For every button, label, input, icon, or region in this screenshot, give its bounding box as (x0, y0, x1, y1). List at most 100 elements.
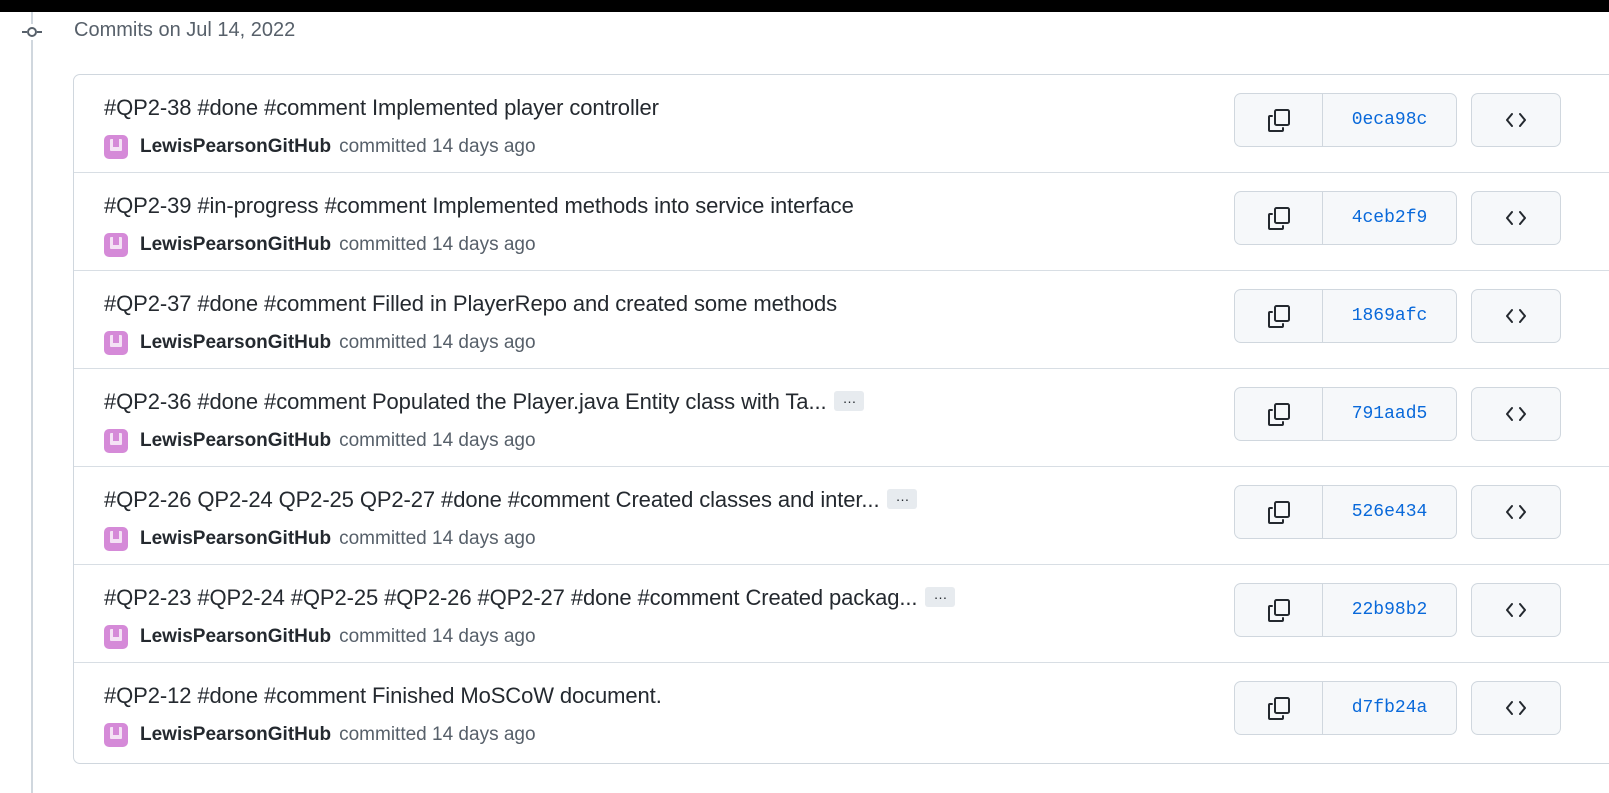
copy-sha-button[interactable] (1235, 584, 1323, 636)
commit-title-link[interactable]: #QP2-36 #done #comment Populated the Pla… (104, 389, 865, 415)
commit-title-link[interactable]: #QP2-39 #in-progress #comment Implemente… (104, 193, 854, 219)
commit-title-link[interactable]: #QP2-38 #done #comment Implemented playe… (104, 95, 659, 121)
commit-button-group: d7fb24a (1234, 681, 1457, 735)
commit-message[interactable]: #QP2-39 #in-progress #comment Implemente… (104, 193, 854, 218)
commit-row: #QP2-39 #in-progress #comment Implemente… (74, 173, 1609, 271)
commit-title-link[interactable]: #QP2-23 #QP2-24 #QP2-25 #QP2-26 #QP2-27 … (104, 585, 956, 611)
commit-meta: LewisPearsonGitHub committed 14 days ago (104, 527, 536, 551)
commit-list: #QP2-38 #done #comment Implemented playe… (73, 74, 1609, 764)
author-avatar[interactable] (104, 723, 128, 747)
copy-icon (1267, 305, 1290, 328)
browse-repo-button[interactable] (1471, 387, 1561, 441)
top-edge (0, 0, 1609, 12)
commit-sha-link[interactable]: 4ceb2f9 (1323, 192, 1456, 244)
commit-title-link[interactable]: #QP2-12 #done #comment Finished MoSCoW d… (104, 683, 662, 709)
commit-time: committed 14 days ago (339, 332, 536, 353)
author-avatar[interactable] (104, 233, 128, 257)
author-avatar[interactable] (104, 625, 128, 649)
timeline-line (31, 12, 33, 793)
commit-group-date: Commits on Jul 14, 2022 (74, 19, 296, 41)
author-avatar[interactable] (104, 135, 128, 159)
code-icon (1506, 407, 1526, 421)
commit-button-group: 791aad5 (1234, 387, 1457, 441)
commit-message[interactable]: #QP2-36 #done #comment Populated the Pla… (104, 389, 827, 414)
browse-repo-button[interactable] (1471, 289, 1561, 343)
author-link[interactable]: LewisPearsonGitHub (140, 332, 331, 354)
copy-icon (1267, 403, 1290, 426)
commit-button-group: 1869afc (1234, 289, 1457, 343)
commit-sha-link[interactable]: d7fb24a (1323, 682, 1456, 734)
commit-sha-link[interactable]: 0eca98c (1323, 94, 1456, 146)
commit-title-link[interactable]: #QP2-37 #done #comment Filled in PlayerR… (104, 291, 837, 317)
commit-time: committed 14 days ago (339, 234, 536, 255)
code-icon (1506, 505, 1526, 519)
commit-sha-link[interactable]: 22b98b2 (1323, 584, 1456, 636)
author-link[interactable]: LewisPearsonGitHub (140, 626, 331, 648)
author-link[interactable]: LewisPearsonGitHub (140, 136, 331, 158)
commit-message[interactable]: #QP2-26 QP2-24 QP2-25 QP2-27 #done #comm… (104, 487, 880, 512)
commit-meta: LewisPearsonGitHub committed 14 days ago (104, 135, 536, 159)
commit-message[interactable]: #QP2-12 #done #comment Finished MoSCoW d… (104, 683, 662, 708)
browse-repo-button[interactable] (1471, 681, 1561, 735)
commit-sha-link[interactable]: 526e434 (1323, 486, 1456, 538)
commit-title-link[interactable]: #QP2-26 QP2-24 QP2-25 QP2-27 #done #comm… (104, 487, 918, 513)
commit-message[interactable]: #QP2-37 #done #comment Filled in PlayerR… (104, 291, 837, 316)
commit-row: #QP2-36 #done #comment Populated the Pla… (74, 369, 1609, 467)
commit-time: committed 14 days ago (339, 136, 536, 157)
commit-button-group: 22b98b2 (1234, 583, 1457, 637)
copy-icon (1267, 109, 1290, 132)
browse-repo-button[interactable] (1471, 485, 1561, 539)
expand-message-button[interactable]: … (887, 489, 918, 510)
browse-repo-button[interactable] (1471, 583, 1561, 637)
code-icon (1506, 603, 1526, 617)
copy-sha-button[interactable] (1235, 290, 1323, 342)
commit-row: #QP2-37 #done #comment Filled in PlayerR… (74, 271, 1609, 369)
expand-message-button[interactable]: … (925, 587, 956, 608)
commit-row: #QP2-23 #QP2-24 #QP2-25 #QP2-26 #QP2-27 … (74, 565, 1609, 663)
commit-message[interactable]: #QP2-23 #QP2-24 #QP2-25 #QP2-26 #QP2-27 … (104, 585, 918, 610)
copy-sha-button[interactable] (1235, 94, 1323, 146)
commit-time: committed 14 days ago (339, 626, 536, 647)
code-icon (1506, 309, 1526, 323)
commit-row: #QP2-26 QP2-24 QP2-25 QP2-27 #done #comm… (74, 467, 1609, 565)
code-icon (1506, 113, 1526, 127)
commit-time: committed 14 days ago (339, 430, 536, 451)
copy-sha-button[interactable] (1235, 388, 1323, 440)
commit-meta: LewisPearsonGitHub committed 14 days ago (104, 233, 536, 257)
commit-row: #QP2-38 #done #comment Implemented playe… (74, 75, 1609, 173)
commit-button-group: 4ceb2f9 (1234, 191, 1457, 245)
author-avatar[interactable] (104, 331, 128, 355)
commit-row: #QP2-12 #done #comment Finished MoSCoW d… (74, 663, 1609, 761)
commit-sha-link[interactable]: 791aad5 (1323, 388, 1456, 440)
copy-sha-button[interactable] (1235, 192, 1323, 244)
commit-sha-link[interactable]: 1869afc (1323, 290, 1456, 342)
copy-icon (1267, 697, 1290, 720)
commit-meta: LewisPearsonGitHub committed 14 days ago (104, 429, 536, 453)
expand-message-button[interactable]: … (834, 391, 865, 412)
browse-repo-button[interactable] (1471, 191, 1561, 245)
author-avatar[interactable] (104, 429, 128, 453)
commit-meta: LewisPearsonGitHub committed 14 days ago (104, 331, 536, 355)
commit-meta: LewisPearsonGitHub committed 14 days ago (104, 625, 536, 649)
copy-icon (1267, 501, 1290, 524)
browse-repo-button[interactable] (1471, 93, 1561, 147)
commit-history-page: Commits on Jul 14, 2022 #QP2-38 #done #c… (0, 0, 1609, 793)
author-avatar[interactable] (104, 527, 128, 551)
copy-sha-button[interactable] (1235, 682, 1323, 734)
code-icon (1506, 211, 1526, 225)
commit-time: committed 14 days ago (339, 528, 536, 549)
copy-icon (1267, 599, 1290, 622)
code-icon (1506, 701, 1526, 715)
author-link[interactable]: LewisPearsonGitHub (140, 234, 331, 256)
author-link[interactable]: LewisPearsonGitHub (140, 430, 331, 452)
git-commit-icon (22, 24, 42, 40)
commit-button-group: 526e434 (1234, 485, 1457, 539)
copy-icon (1267, 207, 1290, 230)
commit-meta: LewisPearsonGitHub committed 14 days ago (104, 723, 536, 747)
commit-button-group: 0eca98c (1234, 93, 1457, 147)
author-link[interactable]: LewisPearsonGitHub (140, 528, 331, 550)
commit-message[interactable]: #QP2-38 #done #comment Implemented playe… (104, 95, 659, 120)
commit-time: committed 14 days ago (339, 724, 536, 745)
copy-sha-button[interactable] (1235, 486, 1323, 538)
author-link[interactable]: LewisPearsonGitHub (140, 724, 331, 746)
